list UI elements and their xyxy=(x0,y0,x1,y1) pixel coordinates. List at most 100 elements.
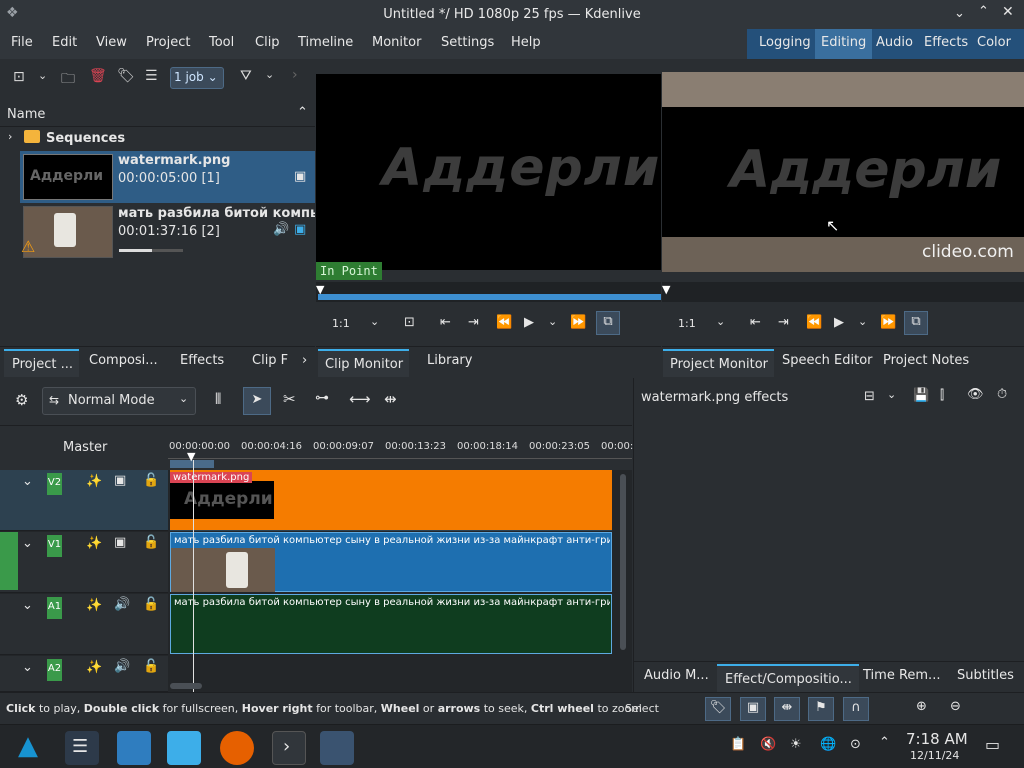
snap-icon[interactable]: ∩ xyxy=(843,697,869,721)
track-head-a1[interactable]: ⌄ A1 ✨ 🔊 🔓 xyxy=(0,594,168,655)
brightness-icon[interactable]: ☀ xyxy=(790,737,802,752)
slip-tool-icon[interactable]: ⊶ xyxy=(315,390,329,406)
lock-icon[interactable]: 🔓 xyxy=(143,597,159,612)
workspace-editing[interactable]: Editing xyxy=(815,29,873,59)
chevron-right-icon[interactable]: › xyxy=(302,353,307,368)
chevron-down-icon[interactable]: ⌄ xyxy=(22,660,33,675)
chevron-up-icon[interactable]: ⌃ xyxy=(297,105,308,120)
chevron-down-icon[interactable]: ⌄ xyxy=(22,598,33,613)
menu-icon[interactable]: ☰ xyxy=(145,68,158,84)
lock-icon[interactable]: 🔓 xyxy=(143,535,159,550)
chevron-down-icon[interactable]: ⌄ xyxy=(548,315,557,328)
crop-icon[interactable]: ⧉ xyxy=(596,311,620,335)
menu-monitor[interactable]: Monitor xyxy=(372,35,421,50)
chevron-down-icon[interactable]: ⌄ xyxy=(716,315,725,328)
workspace-color[interactable]: Color xyxy=(977,29,1011,59)
clipboard-icon[interactable]: 📋 xyxy=(730,737,746,752)
arch-launcher-icon[interactable]: ▲ xyxy=(18,731,38,761)
horizontal-scrollbar[interactable] xyxy=(170,683,202,689)
chevron-right-icon[interactable]: › xyxy=(292,67,298,83)
network-icon[interactable]: 🌐 xyxy=(820,737,836,752)
chevron-down-icon[interactable]: ⌄ xyxy=(858,315,867,328)
lock-icon[interactable]: 🔓 xyxy=(143,659,159,674)
effects-icon[interactable]: ✨ xyxy=(86,536,102,551)
chevron-down-icon[interactable]: ⌄ xyxy=(370,315,379,328)
clip-audio[interactable]: мать разбила битой компьютер сыну в реал… xyxy=(170,594,612,654)
rewind-icon[interactable]: ⏪ xyxy=(496,315,512,330)
project-monitor-video[interactable]: Аддерли clideo.com ↖ xyxy=(662,72,1024,272)
set-in-icon[interactable]: ⇤ xyxy=(750,315,761,330)
crop-icon[interactable]: ⧉ xyxy=(904,311,928,335)
thumbnail-toggle-icon[interactable]: ▣ xyxy=(740,697,766,721)
split-view-icon[interactable]: ⫿ xyxy=(940,388,944,403)
chevron-up-icon[interactable]: ⌃ xyxy=(879,735,890,750)
menu-file[interactable]: File xyxy=(11,35,33,50)
terminal-icon[interactable]: › xyxy=(272,731,306,765)
menu-help[interactable]: Help xyxy=(511,35,541,50)
set-out-icon[interactable]: ⇥ xyxy=(778,315,789,330)
menu-clip[interactable]: Clip xyxy=(255,35,280,50)
zoom-value[interactable]: 1:1 xyxy=(678,317,696,330)
menu-settings[interactable]: Settings xyxy=(441,35,494,50)
chevron-right-icon[interactable]: › xyxy=(8,130,12,143)
chevron-down-icon[interactable]: ⌄ xyxy=(887,388,896,401)
mute-icon[interactable]: 🔊 xyxy=(114,659,130,674)
close-icon[interactable]: ✕ xyxy=(1002,4,1014,20)
multicam-tool-icon[interactable]: ⇹ xyxy=(384,390,397,408)
jobs-dropdown[interactable]: 1 job ⌄ xyxy=(170,67,224,89)
menu-timeline[interactable]: Timeline xyxy=(298,35,353,50)
track-head-v2[interactable]: ⌄ V2 ✨ ▣ 🔓 xyxy=(0,470,168,531)
tab-speech-editor[interactable]: Speech Editor xyxy=(782,353,873,368)
set-in-icon[interactable]: ⇤ xyxy=(440,315,451,330)
menu-project[interactable]: Project xyxy=(146,35,190,50)
chevron-down-icon[interactable]: ⌄ xyxy=(22,474,33,489)
tab-project-monitor[interactable]: Project Monitor xyxy=(663,349,775,377)
workspace-logging[interactable]: Logging xyxy=(759,29,811,59)
tab-library[interactable]: Library xyxy=(427,353,472,368)
add-clip-icon[interactable]: ⊡ xyxy=(13,69,25,85)
bin-item-video[interactable]: ⚠ мать разбила битой компьют 00:01:37:16… xyxy=(20,204,315,259)
fast-forward-icon[interactable]: ⏩ xyxy=(570,315,586,330)
razor-tool-icon[interactable]: ✂ xyxy=(283,390,296,408)
play-icon[interactable]: ▶ xyxy=(524,315,534,330)
firefox-icon[interactable] xyxy=(220,731,254,765)
playhead-icon[interactable]: ▼ xyxy=(187,450,195,463)
tab-effects[interactable]: Effects xyxy=(180,353,224,368)
lock-icon[interactable]: 🔓 xyxy=(143,473,159,488)
effects-icon[interactable]: ✨ xyxy=(86,598,102,613)
file-manager-icon[interactable] xyxy=(167,731,201,765)
tab-audio-mixer[interactable]: Audio M... xyxy=(644,668,709,683)
clip-watermark[interactable]: Аддерли watermark.png xyxy=(170,470,612,530)
folder-icon[interactable]: 🗀 xyxy=(61,68,75,92)
filter-icon[interactable]: ⛛ xyxy=(240,68,252,84)
bin-item-watermark[interactable]: Аддерли watermark.png 00:00:05:00 [1] ▣ xyxy=(20,151,315,203)
save-icon[interactable]: 💾 xyxy=(913,388,929,403)
clock-date[interactable]: 12/11/24 xyxy=(910,749,959,762)
discover-app-icon[interactable] xyxy=(117,731,151,765)
track-head-v1[interactable]: ⌄ V1 ✨ ▣ 🔓 xyxy=(0,532,168,593)
tab-effect-composition[interactable]: Effect/Compositio... xyxy=(717,664,859,692)
kdenlive-task-icon[interactable] xyxy=(320,731,354,765)
show-desktop-icon[interactable]: ▭ xyxy=(985,735,1000,754)
chevron-up-icon[interactable]: ⌃ xyxy=(978,4,989,19)
volume-muted-icon[interactable]: 🔇 xyxy=(760,737,776,752)
stopwatch-icon[interactable]: ⏱ xyxy=(997,387,1007,402)
vertical-scrollbar[interactable] xyxy=(620,474,626,650)
master-header[interactable]: Master xyxy=(0,426,168,470)
mute-icon[interactable]: 🔊 xyxy=(114,597,130,612)
timeline-ruler[interactable]: 00:00:00:00 00:00:04:16 00:00:09:07 00:0… xyxy=(168,426,633,470)
chevron-down-icon[interactable]: ⌄ xyxy=(38,69,47,82)
edit-mode-dropdown[interactable]: ⇆ Normal Mode ⌄ xyxy=(42,387,196,415)
effects-icon[interactable]: ✨ xyxy=(86,660,102,675)
fast-forward-icon[interactable]: ⏩ xyxy=(880,315,896,330)
tab-compositions[interactable]: Composi... xyxy=(89,353,158,368)
clip-monitor-video[interactable]: Аддерли xyxy=(316,74,661,270)
flag-icon[interactable]: ⚑ xyxy=(808,697,834,721)
clip-monitor-ruler[interactable]: ▼ xyxy=(316,282,661,302)
rewind-icon[interactable]: ⏪ xyxy=(806,315,822,330)
menu-tool[interactable]: Tool xyxy=(209,35,234,50)
ripple-tool-icon[interactable]: ⟷ xyxy=(349,390,371,408)
delete-icon[interactable]: 🗑 xyxy=(89,68,107,84)
compare-icon[interactable]: ⊟ xyxy=(864,389,875,404)
menu-edit[interactable]: Edit xyxy=(52,35,77,50)
